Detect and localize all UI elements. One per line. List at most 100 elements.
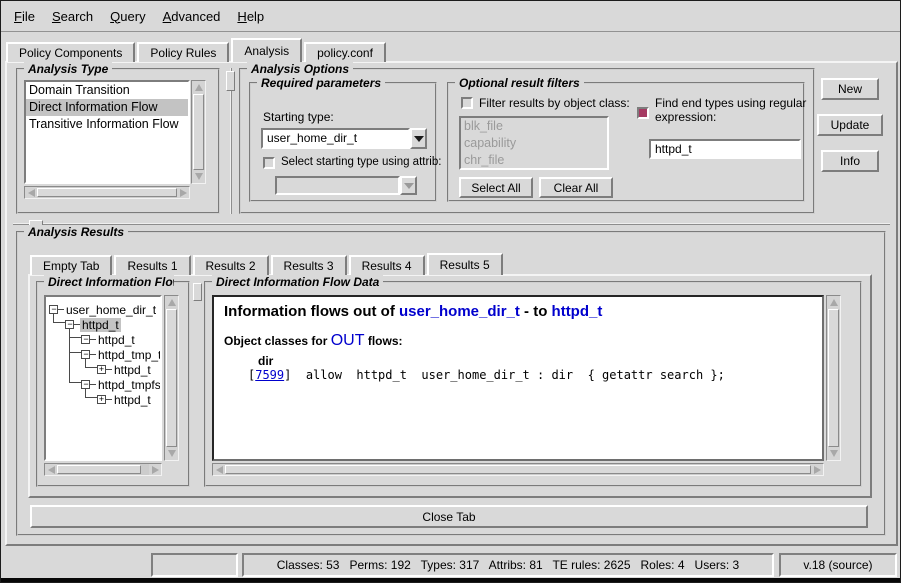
scroll-thumb[interactable]: [57, 465, 141, 474]
tab-results-1[interactable]: Results 1: [114, 255, 190, 275]
object-classes-line: Object classes for OUT flows:: [224, 332, 812, 350]
pane-sash-handle[interactable]: [226, 71, 235, 91]
list-item: capability: [461, 135, 607, 152]
chevron-down-icon[interactable]: [410, 128, 427, 149]
scroll-up-icon[interactable]: [165, 296, 178, 309]
close-tab-button[interactable]: Close Tab: [30, 505, 868, 528]
tree-node-label[interactable]: httpd_t: [112, 363, 153, 377]
attrib-combobox-value: [275, 176, 400, 195]
clear-all-button[interactable]: Clear All: [539, 177, 613, 198]
scroll-down-icon[interactable]: [192, 170, 205, 183]
filter-object-class-checkbox[interactable]: [461, 97, 473, 109]
pane-sash-handle[interactable]: [193, 283, 202, 301]
analysis-type-vscrollbar[interactable]: [191, 80, 206, 184]
tree-node-label[interactable]: httpd_t: [80, 318, 121, 332]
menu-file[interactable]: File: [14, 9, 35, 24]
status-panel-stats: Classes: 53 Perms: 192 Types: 317 Attrib…: [242, 553, 774, 577]
tab-results-2[interactable]: Results 2: [193, 255, 269, 275]
menu-help[interactable]: Help: [237, 9, 264, 24]
rule-number-link[interactable]: 7599: [255, 368, 284, 382]
tree-node[interactable]: httpd_t: [81, 333, 137, 346]
starting-type-value[interactable]: user_home_dir_t: [261, 128, 410, 149]
tab-policy-components[interactable]: Policy Components: [6, 42, 135, 62]
tree-node[interactable]: httpd_t: [97, 393, 153, 406]
analysis-options-title: Analysis Options: [247, 62, 353, 76]
collapse-icon[interactable]: [81, 380, 90, 389]
tab-results-5[interactable]: Results 5: [427, 253, 503, 275]
regex-checkbox[interactable]: [637, 107, 649, 119]
flow-tree[interactable]: user_home_dir_t httpd_t httpd_t htt: [44, 295, 162, 461]
flow-data-hscrollbar[interactable]: [212, 463, 824, 476]
menu-advanced[interactable]: Advanced: [163, 9, 221, 24]
update-button[interactable]: Update: [817, 114, 883, 136]
flow-data-group: Direct Information Flow Data Information…: [204, 281, 862, 487]
scroll-up-icon[interactable]: [827, 296, 840, 309]
flow-data-vscrollbar[interactable]: [826, 295, 841, 461]
tree-node[interactable]: user_home_dir_t: [49, 303, 158, 316]
flow-tree-vscrollbar[interactable]: [164, 295, 179, 461]
scroll-thumb[interactable]: [193, 94, 204, 170]
scroll-down-icon[interactable]: [827, 447, 840, 460]
tab-results-3[interactable]: Results 3: [271, 255, 347, 275]
scroll-right-icon[interactable]: [177, 187, 189, 198]
flow-header: Information flows out of user_home_dir_t…: [224, 303, 812, 320]
select-all-button[interactable]: Select All: [459, 177, 533, 198]
collapse-icon[interactable]: [81, 350, 90, 359]
analysis-type-title: Analysis Type: [24, 62, 112, 76]
tab-policy-conf[interactable]: policy.conf: [304, 42, 386, 62]
menu-bar: File Search Query Advanced Help: [1, 1, 900, 32]
menu-search[interactable]: Search: [52, 9, 93, 24]
collapse-icon[interactable]: [49, 305, 58, 314]
analysis-results-title: Analysis Results: [24, 225, 128, 239]
expand-icon[interactable]: [97, 365, 106, 374]
analysis-type-listbox[interactable]: Domain Transition Direct Information Flo…: [24, 80, 190, 184]
menu-query[interactable]: Query: [110, 9, 145, 24]
scroll-left-icon[interactable]: [45, 464, 57, 475]
tree-node[interactable]: httpd_t: [97, 363, 153, 376]
scroll-thumb[interactable]: [37, 188, 177, 197]
collapse-icon[interactable]: [81, 335, 90, 344]
tree-node-label[interactable]: httpd_tmp_t: [96, 348, 162, 362]
tree-node-label[interactable]: httpd_t: [112, 393, 153, 407]
scroll-right-icon[interactable]: [149, 464, 161, 475]
tab-analysis[interactable]: Analysis: [231, 38, 302, 62]
scroll-up-icon[interactable]: [192, 81, 205, 94]
tree-node[interactable]: httpd_tmp_t: [81, 348, 162, 361]
tree-node[interactable]: httpd_t: [65, 318, 121, 331]
tab-policy-rules[interactable]: Policy Rules: [137, 42, 229, 62]
tree-node-label[interactable]: httpd_tmpfs_t: [96, 378, 162, 392]
expand-icon[interactable]: [97, 395, 106, 404]
info-button[interactable]: Info: [821, 150, 879, 172]
list-item[interactable]: Transitive Information Flow: [26, 116, 188, 133]
list-item: blk_file: [461, 118, 607, 135]
window-bottom-edge: [1, 578, 900, 582]
new-button[interactable]: New: [821, 78, 879, 100]
tree-node-label[interactable]: httpd_t: [96, 333, 137, 347]
tab-empty-tab[interactable]: Empty Tab: [30, 255, 112, 275]
scroll-thumb[interactable]: [225, 465, 811, 474]
regex-input[interactable]: [649, 139, 801, 159]
flow-tree-hscrollbar[interactable]: [44, 463, 162, 476]
attrib-checkbox[interactable]: [263, 157, 275, 169]
attrib-combobox: [275, 176, 417, 195]
tree-node-label[interactable]: user_home_dir_t: [64, 303, 158, 317]
list-item[interactable]: Domain Transition: [26, 82, 188, 99]
list-item[interactable]: Direct Information Flow: [26, 99, 188, 116]
scroll-thumb[interactable]: [828, 309, 839, 447]
collapse-icon[interactable]: [65, 320, 74, 329]
pane-sash-horizontal[interactable]: [13, 223, 890, 225]
scroll-left-icon[interactable]: [213, 464, 225, 475]
filter-object-class-label: Filter results by object class:: [479, 96, 630, 110]
tree-node[interactable]: httpd_tmpfs_t: [81, 378, 162, 391]
analysis-type-hscrollbar[interactable]: [24, 186, 190, 199]
tree-connector: [53, 322, 65, 323]
scroll-left-icon[interactable]: [25, 187, 37, 198]
scroll-thumb[interactable]: [166, 309, 177, 447]
analysis-options-group: Analysis Options Required parameters Sta…: [239, 68, 815, 214]
scroll-right-icon[interactable]: [811, 464, 823, 475]
scroll-down-icon[interactable]: [165, 447, 178, 460]
tab-results-4[interactable]: Results 4: [349, 255, 425, 275]
results-tab-content: Direct Information Flow T: [28, 274, 872, 498]
flow-tree-title: Direct Information Flow T: [44, 275, 174, 289]
starting-type-combobox[interactable]: user_home_dir_t: [261, 128, 427, 149]
